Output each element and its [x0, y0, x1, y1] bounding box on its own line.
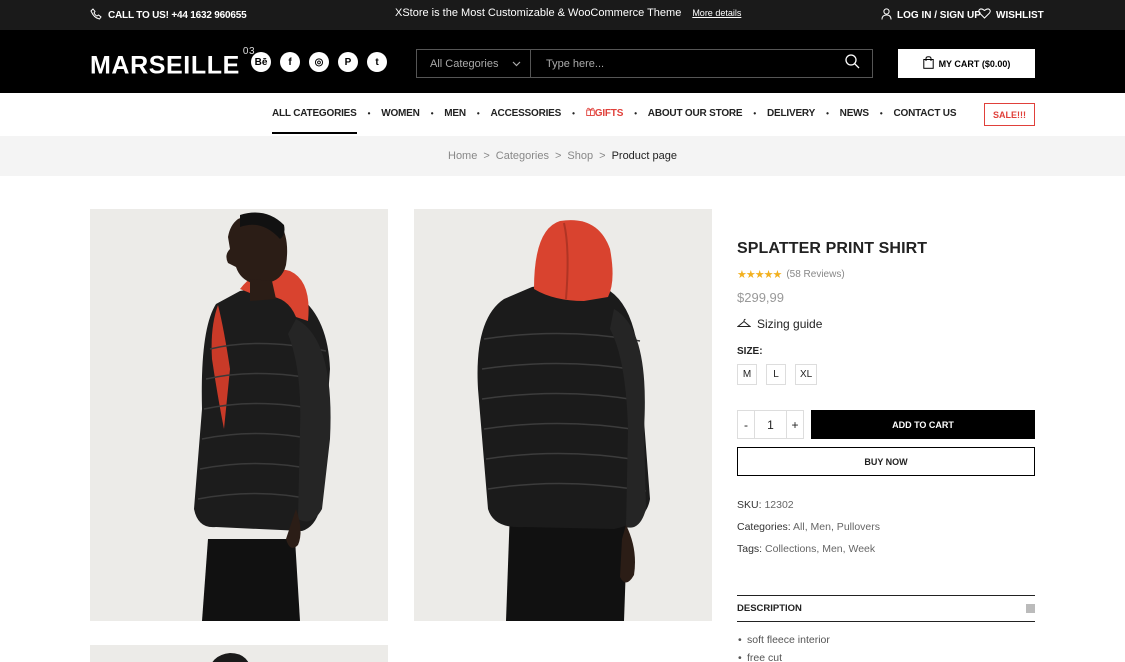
categories-value[interactable]: All, Men, Pullovers	[793, 521, 880, 533]
quantity-stepper: - 1 +	[737, 410, 804, 439]
main-nav: ALL CATEGORIES • WOMEN • MEN • ACCESSORI…	[272, 107, 956, 134]
breadcrumb-current: Product page	[611, 150, 677, 162]
site-logo[interactable]: MARSEILLE 03	[90, 46, 255, 80]
cart-label: MY CART ($0.00)	[938, 58, 1011, 69]
phone-icon	[90, 8, 102, 23]
size-option-l[interactable]: L	[766, 364, 786, 385]
nav-item-delivery[interactable]: DELIVERY	[767, 108, 815, 128]
promo-text: XStore is the Most Customizable & WooCom…	[395, 7, 682, 19]
size-label: SIZE:	[737, 346, 763, 357]
wishlist-link[interactable]: WISHLIST	[978, 8, 1044, 22]
nav-separator: •	[476, 108, 480, 118]
breadcrumb: Home > Categories > Shop > Product page	[0, 136, 1125, 176]
twitter-icon[interactable]: t	[367, 52, 387, 72]
gift-icon	[585, 107, 595, 119]
nav-separator: •	[826, 108, 829, 118]
sale-button[interactable]: SALE!!!	[984, 103, 1035, 126]
nav-item-contact[interactable]: CONTACT US	[893, 108, 956, 128]
quantity-decrease-button[interactable]: -	[738, 411, 754, 438]
search-icon	[844, 53, 860, 74]
cart-button[interactable]: MY CART ($0.00)	[898, 49, 1035, 78]
logo-text: MARSEILLE	[90, 51, 240, 80]
sizing-guide-link[interactable]: Sizing guide	[736, 317, 823, 331]
nav-separator: •	[572, 108, 575, 118]
tags-value[interactable]: Collections, Men, Week	[765, 543, 875, 555]
product-price: $299,99	[737, 290, 784, 305]
add-to-cart-button[interactable]: ADD TO CART	[811, 410, 1035, 439]
breadcrumb-categories[interactable]: Categories	[496, 150, 549, 162]
collapse-icon	[1026, 604, 1035, 613]
product-sku: SKU: 12302	[737, 499, 794, 511]
description-toggle[interactable]: DESCRIPTION	[737, 595, 1035, 622]
nav-item-gifts[interactable]: GIFTS	[585, 107, 624, 128]
breadcrumb-separator: >	[554, 150, 562, 162]
product-tags: Tags: Collections, Men, Week	[737, 543, 875, 555]
breadcrumb-home[interactable]: Home	[448, 150, 477, 162]
product-image-side[interactable]	[90, 209, 388, 621]
category-select[interactable]: All Categories	[417, 50, 531, 77]
product-image-third[interactable]	[90, 645, 388, 662]
product-image-back[interactable]	[414, 209, 712, 621]
phone-text: CALL TO US! +44 1632 960655	[108, 10, 247, 21]
quantity-increase-button[interactable]: +	[787, 411, 803, 438]
top-bar: CALL TO US! +44 1632 960655 XStore is th…	[0, 0, 1125, 30]
list-item: free cut	[738, 652, 830, 662]
tags-label: Tags:	[737, 543, 763, 555]
nav-separator: •	[367, 108, 371, 118]
nav-separator: •	[634, 108, 637, 118]
hanger-icon	[736, 317, 752, 331]
list-item: soft fleece interior	[738, 634, 830, 646]
description-list: soft fleece interior free cut	[738, 634, 830, 662]
pinterest-icon[interactable]: P	[338, 52, 358, 72]
breadcrumb-shop[interactable]: Shop	[567, 150, 593, 162]
sizing-guide-label: Sizing guide	[757, 317, 823, 331]
product-rating: ★★★★★ (58 Reviews)	[737, 268, 845, 281]
instagram-icon[interactable]: ◎	[309, 52, 329, 72]
chevron-down-icon	[512, 58, 521, 70]
heart-icon	[978, 8, 991, 22]
nav-item-news[interactable]: NEWS	[840, 108, 869, 128]
reviews-link[interactable]: (58 Reviews)	[786, 269, 844, 280]
user-icon	[881, 8, 892, 23]
size-options: M L XL	[737, 364, 818, 385]
promo-banner: XStore is the Most Customizable & WooCom…	[395, 7, 741, 19]
site-header: MARSEILLE03 Bē f ◎ P t All Categories MY…	[0, 30, 1125, 93]
buy-now-button[interactable]: BUY NOW	[737, 447, 1035, 476]
search-input[interactable]	[531, 50, 832, 77]
rating-stars: ★★★★★	[737, 269, 782, 281]
breadcrumb-separator: >	[599, 150, 606, 162]
more-details-link[interactable]: More details	[692, 8, 741, 18]
category-select-value: All Categories	[430, 57, 499, 70]
size-option-xl[interactable]: XL	[795, 364, 818, 385]
nav-item-men[interactable]: MEN	[444, 108, 466, 128]
search-bar: All Categories	[416, 49, 873, 78]
nav-item-gifts-label: GIFTS	[594, 108, 624, 119]
nav-separator: •	[879, 108, 883, 118]
product-title: SPLATTER PRINT SHIRT	[737, 240, 928, 257]
nav-separator: •	[430, 108, 434, 118]
size-option-m[interactable]: M	[737, 364, 757, 385]
wishlist-label: WISHLIST	[996, 9, 1044, 21]
social-links: Bē f ◎ P t	[251, 52, 387, 72]
product-categories: Categories: All, Men, Pullovers	[737, 521, 880, 533]
sku-value: 12302	[764, 499, 794, 511]
login-label: LOG IN / SIGN UP	[897, 10, 981, 21]
categories-label: Categories:	[737, 521, 791, 533]
shopping-bag-icon	[922, 56, 934, 71]
quantity-input[interactable]: 1	[754, 411, 787, 438]
search-button[interactable]	[832, 50, 872, 77]
nav-item-all-categories[interactable]: ALL CATEGORIES	[272, 108, 357, 134]
sku-label: SKU:	[737, 499, 762, 511]
phone-contact[interactable]: CALL TO US! +44 1632 960655	[90, 8, 247, 23]
login-link[interactable]: LOG IN / SIGN UP	[881, 8, 981, 23]
breadcrumb-separator: >	[483, 150, 490, 162]
behance-icon[interactable]: Bē	[251, 52, 271, 72]
nav-item-women[interactable]: WOMEN	[381, 108, 420, 128]
facebook-icon[interactable]: f	[280, 52, 300, 72]
nav-separator: •	[753, 108, 757, 118]
description-label: DESCRIPTION	[737, 603, 802, 614]
nav-item-accessories[interactable]: ACCESSORIES	[491, 108, 562, 128]
nav-item-about[interactable]: ABOUT OUR STORE	[648, 108, 743, 128]
